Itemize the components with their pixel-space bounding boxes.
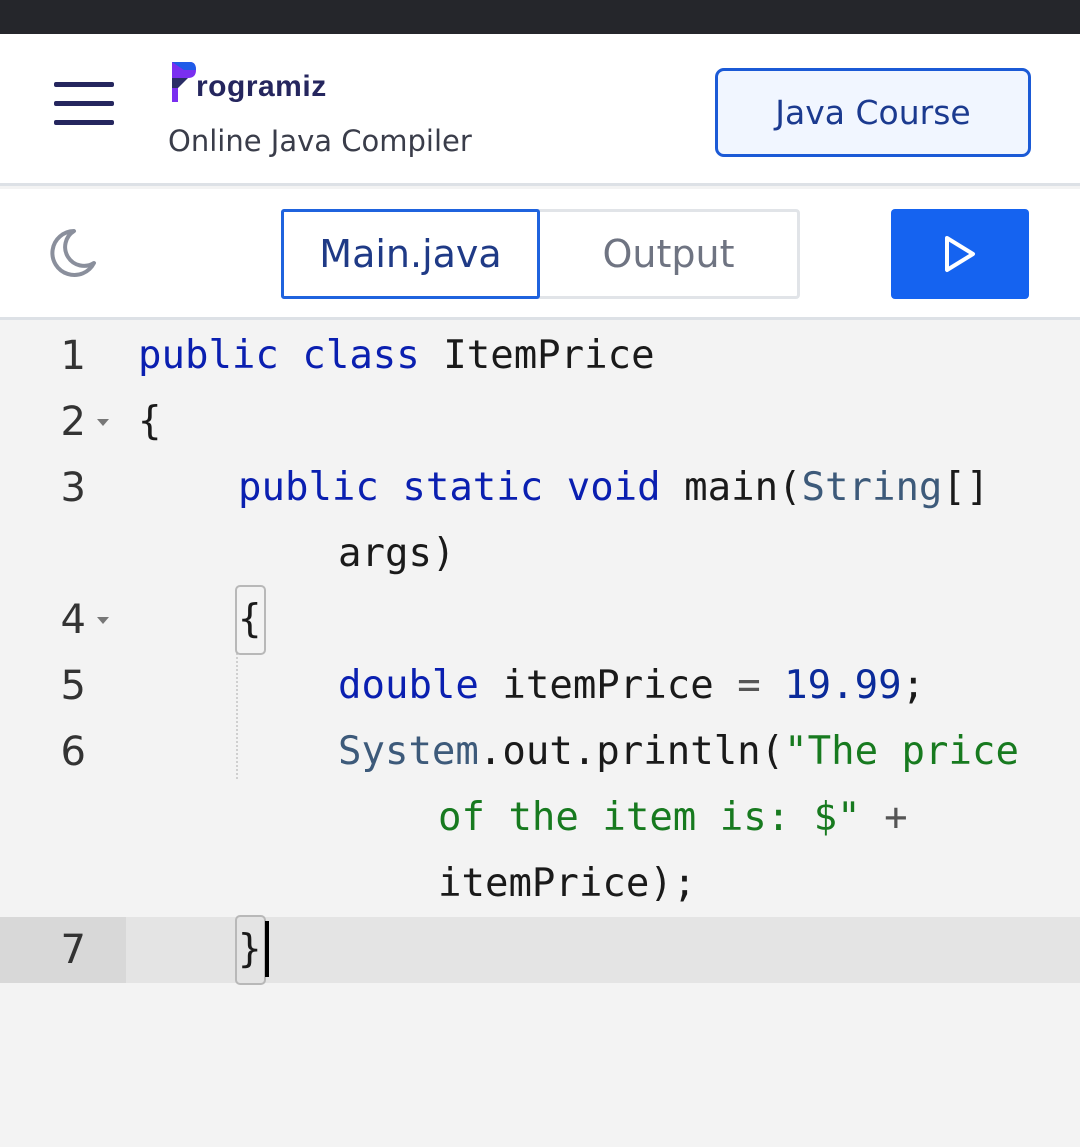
brace: { — [138, 399, 162, 444]
variable-name: itemPrice — [502, 663, 714, 708]
line-number: 3 — [60, 465, 86, 511]
line-number: 4 — [60, 597, 86, 643]
gutter-line-1: 1 — [0, 323, 126, 389]
line-number: 5 — [60, 663, 86, 709]
logo-text: rogramiz — [196, 70, 327, 103]
java-course-button[interactable]: Java Course — [715, 68, 1031, 157]
code-editor[interactable]: 1 2 3 4 5 6 7 public class ItemPrice { p… — [0, 323, 1080, 1147]
gutter-line-7: 7 — [0, 917, 126, 983]
code-token: args) — [338, 531, 456, 576]
line-number: 7 — [60, 927, 86, 973]
class-name: ItemPrice — [443, 333, 655, 378]
gutter-line-5: 5 — [0, 653, 126, 719]
code-line-7: } — [238, 917, 261, 983]
operator: + — [884, 795, 908, 840]
tab-output[interactable]: Output — [540, 212, 797, 296]
line-number: 6 — [60, 729, 86, 775]
code-line-3-wrap: args) — [338, 521, 455, 587]
app-header: rogramiz Online Java Compiler Java Cours… — [0, 34, 1080, 186]
type-name: System — [338, 729, 479, 774]
tab-main-java[interactable]: Main.java — [281, 209, 540, 299]
gutter-line-2: 2 — [0, 389, 126, 455]
code-token: itemPrice); — [438, 861, 697, 906]
code-line-1: public class ItemPrice — [138, 323, 655, 389]
code-line-6-wrap-1: of the item is: $" + — [438, 785, 908, 851]
code-token: ; — [901, 663, 926, 708]
keyword: public static void — [238, 465, 661, 510]
brace: { — [238, 597, 262, 642]
type-name: String — [801, 465, 943, 510]
gutter-line-4: 4 — [0, 587, 126, 653]
operator: = — [737, 663, 761, 708]
gutter-line-3: 3 — [0, 455, 126, 521]
method-name: main( — [684, 465, 802, 510]
logo-p-icon — [172, 62, 196, 102]
moon-icon[interactable] — [44, 225, 100, 281]
fold-arrow-icon[interactable] — [97, 419, 109, 426]
code-line-4: { — [238, 587, 261, 653]
keyword: double — [338, 663, 479, 708]
line-number: 1 — [60, 333, 86, 379]
file-tabs: Main.java Output — [281, 209, 800, 299]
code-token: [] — [942, 465, 990, 510]
code-line-5: double itemPrice = 19.99; — [338, 653, 925, 719]
text-cursor — [265, 921, 269, 977]
string-literal: "The price — [784, 729, 1019, 774]
run-button[interactable] — [891, 209, 1029, 299]
status-bar — [0, 0, 1080, 34]
line-number: 2 — [60, 399, 86, 445]
method-call: .out.println( — [478, 729, 785, 774]
code-line-6: System.out.println("The price — [338, 719, 1019, 785]
gutter-line-6: 6 — [0, 719, 126, 785]
keyword: public class — [138, 333, 420, 378]
programiz-logo[interactable]: rogramiz — [168, 54, 327, 104]
editor-toolbar: Main.java Output — [0, 189, 1080, 320]
string-literal: of the item is: $" — [438, 795, 861, 840]
indent-guide — [236, 653, 238, 779]
play-icon — [945, 236, 975, 272]
code-line-3: public static void main(String[] — [238, 455, 989, 521]
active-line-highlight — [0, 917, 1080, 983]
brace: } — [238, 927, 262, 972]
hamburger-menu-icon[interactable] — [54, 82, 114, 126]
page-subtitle: Online Java Compiler — [168, 124, 472, 158]
code-line-6-wrap-2: itemPrice); — [438, 851, 696, 917]
number-literal: 19.99 — [784, 663, 902, 708]
code-line-2: { — [138, 389, 161, 455]
fold-arrow-icon[interactable] — [97, 617, 109, 624]
